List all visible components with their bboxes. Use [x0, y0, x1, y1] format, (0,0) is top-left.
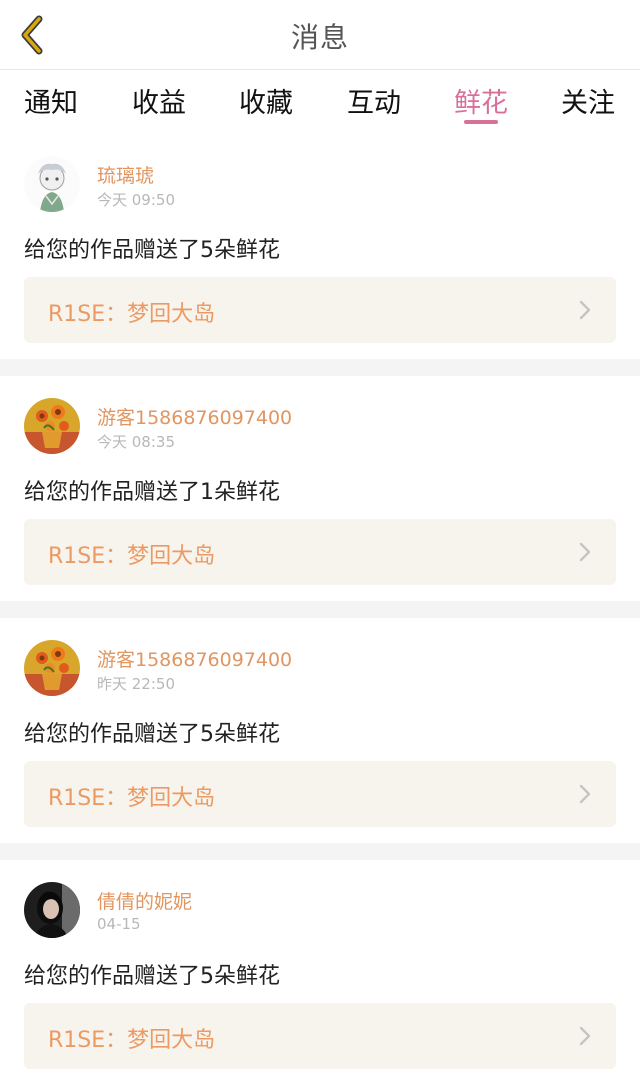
tab-follows[interactable]: 关注 [561, 81, 615, 120]
divider [0, 601, 640, 618]
tab-bar: 通知 收益 收藏 互动 鲜花 关注 [0, 71, 640, 131]
work-title: R1SE：梦回大岛 [48, 1028, 216, 1053]
tab-flowers[interactable]: 鲜花 [454, 81, 508, 120]
chevron-right-icon [579, 1026, 591, 1046]
flower-message-list: 琉璃琥 今天 09:50 给您的作品赠送了5朵鲜花 R1SE：梦回大岛 游客15… [0, 134, 640, 1085]
timestamp: 今天 08:35 [97, 433, 175, 451]
timestamp: 昨天 22:50 [97, 675, 175, 693]
avatar[interactable] [24, 640, 80, 696]
work-link[interactable]: R1SE：梦回大岛 [24, 519, 616, 585]
message-text: 给您的作品赠送了5朵鲜花 [24, 722, 280, 747]
work-title: R1SE：梦回大岛 [48, 786, 216, 811]
anime-sketch-avatar-icon [24, 156, 80, 212]
divider [0, 843, 640, 860]
username[interactable]: 倩倩的妮妮 [97, 887, 192, 914]
message-text: 给您的作品赠送了5朵鲜花 [24, 238, 280, 263]
message-item: 游客1586876097400 今天 08:35 给您的作品赠送了1朵鲜花 R1… [0, 376, 640, 601]
divider [0, 359, 640, 376]
sunflower-painting-avatar-icon [24, 398, 80, 454]
work-title: R1SE：梦回大岛 [48, 544, 216, 569]
avatar[interactable] [24, 398, 80, 454]
dark-portrait-avatar-icon [24, 882, 80, 938]
tab-favorites[interactable]: 收藏 [239, 81, 293, 120]
chevron-right-icon [579, 784, 591, 804]
sunflower-painting-avatar-icon [24, 640, 80, 696]
tab-interactions[interactable]: 互动 [347, 81, 401, 120]
message-item: 倩倩的妮妮 04-15 给您的作品赠送了5朵鲜花 R1SE：梦回大岛 [0, 860, 640, 1085]
page-title: 消息 [290, 21, 349, 54]
username[interactable]: 游客1586876097400 [97, 645, 292, 672]
top-bar: 消息 [0, 0, 640, 70]
active-tab-indicator [464, 120, 498, 124]
username[interactable]: 琉璃琥 [97, 161, 154, 188]
chevron-right-icon [579, 542, 591, 562]
work-link[interactable]: R1SE：梦回大岛 [24, 761, 616, 827]
avatar[interactable] [24, 156, 80, 212]
work-link[interactable]: R1SE：梦回大岛 [24, 277, 616, 343]
work-title: R1SE：梦回大岛 [48, 302, 216, 327]
tab-earnings[interactable]: 收益 [132, 81, 186, 120]
message-item: 游客1586876097400 昨天 22:50 给您的作品赠送了5朵鲜花 R1… [0, 618, 640, 843]
username[interactable]: 游客1586876097400 [97, 403, 292, 430]
message-item: 琉璃琥 今天 09:50 给您的作品赠送了5朵鲜花 R1SE：梦回大岛 [0, 134, 640, 359]
work-link[interactable]: R1SE：梦回大岛 [24, 1003, 616, 1069]
timestamp: 04-15 [97, 915, 141, 933]
message-text: 给您的作品赠送了5朵鲜花 [24, 964, 280, 989]
message-text: 给您的作品赠送了1朵鲜花 [24, 480, 280, 505]
chevron-right-icon [579, 300, 591, 320]
tab-notifications[interactable]: 通知 [24, 81, 78, 120]
avatar[interactable] [24, 882, 80, 938]
timestamp: 今天 09:50 [97, 191, 175, 209]
